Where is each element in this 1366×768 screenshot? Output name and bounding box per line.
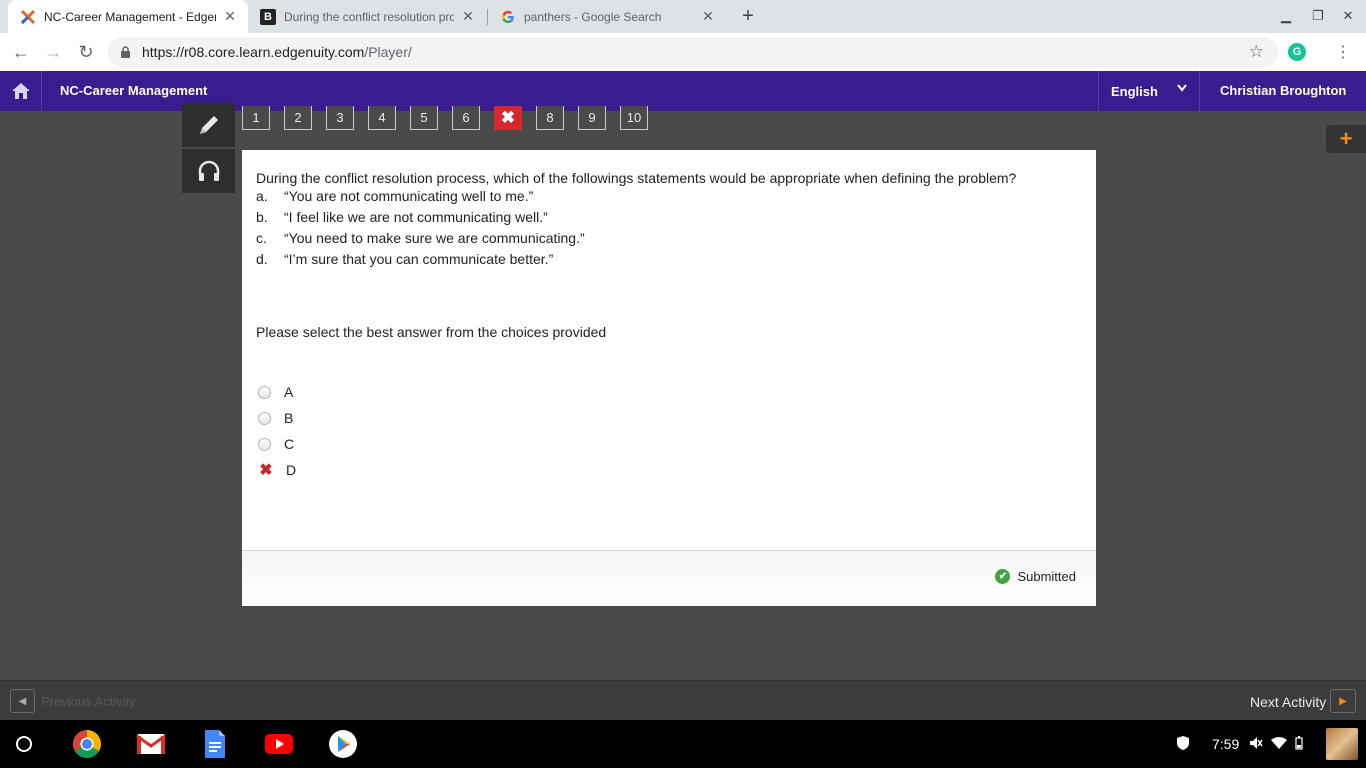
battery-icon (1295, 735, 1303, 753)
check-circle-icon: ✔ (995, 569, 1011, 584)
language-selector[interactable]: English (1098, 71, 1200, 111)
course-title: NC-Career Management (60, 83, 208, 98)
tab-brainly[interactable]: B During the conflict resolution process… (248, 0, 486, 33)
headphones-icon (198, 160, 219, 181)
question-button-2[interactable]: 2 (284, 106, 312, 130)
shield-icon (1176, 735, 1190, 754)
statement-item: d. “I’m sure that you can communicate bet… (256, 251, 554, 267)
audio-tool-button[interactable] (182, 149, 235, 193)
restore-icon[interactable]: ❐ (1308, 6, 1328, 26)
reload-icon[interactable]: ↻ (75, 41, 97, 63)
statement-item: b. “I feel like we are not communicating … (256, 209, 548, 225)
radio-button[interactable] (258, 385, 271, 399)
choice-d[interactable]: ✖ D (258, 457, 296, 483)
answer-statements: a. “You are not communicating well to me.… (256, 186, 585, 270)
pencil-icon (199, 116, 218, 134)
home-icon (11, 83, 30, 99)
question-card: During the conflict resolution process, … (242, 150, 1096, 606)
tab-title: panthers - Google Search (524, 9, 662, 24)
url-host: https://r08.core.learn.edgenuity.com (142, 44, 365, 60)
answer-prompt: Please select the best answer from the c… (256, 324, 607, 340)
question-button-6[interactable]: 6 (452, 106, 480, 130)
back-icon[interactable]: ← (10, 41, 32, 63)
wifi-icon (1271, 736, 1288, 752)
tab-title: During the conflict resolution process (284, 9, 454, 24)
docs-app-icon[interactable] (200, 729, 230, 759)
chrome-app-icon[interactable] (72, 729, 102, 759)
status-label: Submitted (1017, 569, 1076, 584)
launcher-icon[interactable] (16, 736, 32, 752)
tab-google-search[interactable]: panthers - Google Search ✕ (488, 0, 726, 33)
user-name[interactable]: Christian Broughton (1220, 83, 1346, 98)
clock: 7:59 (1212, 736, 1240, 752)
chevron-down-icon (1177, 83, 1187, 95)
card-footer: ✔ Submitted (242, 550, 1096, 606)
pencil-tool-button[interactable] (182, 103, 235, 147)
lock-icon (120, 46, 132, 58)
question-button-3[interactable]: 3 (326, 106, 354, 130)
question-button-4[interactable]: 4 (368, 106, 396, 130)
gmail-app-icon[interactable] (136, 729, 166, 759)
choice-a[interactable]: A (258, 379, 296, 405)
submitted-status: ✔ Submitted (995, 569, 1076, 584)
next-activity-label[interactable]: Next Activity (1250, 694, 1326, 710)
question-button-1[interactable]: 1 (242, 106, 270, 130)
language-label: English (1111, 83, 1158, 99)
tab-title: NC-Career Management - Edgenuity (44, 9, 216, 24)
forward-icon[interactable]: → (42, 41, 64, 63)
youtube-app-icon[interactable] (264, 729, 294, 759)
statement-item: a. “You are not communicating well to me.… (256, 188, 534, 204)
mute-icon (1249, 736, 1263, 753)
question-button-5[interactable]: 5 (410, 106, 438, 130)
previous-activity-label[interactable]: Previous Activity (41, 694, 136, 709)
expand-plus-button[interactable]: + (1326, 125, 1366, 153)
home-button[interactable] (0, 71, 42, 111)
question-button-9[interactable]: 9 (578, 106, 606, 130)
browser-toolbar: ← → ↻ https://r08.core.learn.edgenuity.c… (0, 33, 1366, 71)
bookmark-star-icon[interactable]: ☆ (1249, 42, 1264, 62)
close-tab-icon[interactable]: ✕ (700, 8, 716, 25)
system-tray[interactable]: 7:59 (1176, 732, 1303, 756)
question-button-10[interactable]: 10 (620, 106, 648, 130)
answer-choices: A B C ✖ D (258, 379, 296, 483)
close-tab-icon[interactable]: ✕ (460, 8, 476, 25)
url-path: /Player/ (364, 44, 412, 60)
grammarly-extension-icon[interactable]: G (1288, 43, 1306, 61)
browser-menu-icon[interactable]: ⋮ (1335, 41, 1351, 63)
choice-c[interactable]: C (258, 431, 296, 457)
browser-tab-strip: NC-Career Management - Edgenuity ✕ B Dur… (0, 0, 1366, 33)
new-tab-button[interactable]: + (737, 5, 759, 27)
close-window-icon[interactable]: ✕ (1338, 6, 1358, 26)
minimize-icon[interactable]: ▁ (1276, 6, 1296, 26)
user-avatar[interactable] (1326, 728, 1358, 760)
activity-navigation-bar: ◀ Previous Activity Next Activity ▶ (0, 680, 1366, 720)
edgenuity-favicon-icon (20, 9, 36, 25)
google-favicon-icon (500, 9, 516, 25)
radio-button[interactable] (258, 437, 271, 451)
close-tab-icon[interactable]: ✕ (222, 8, 238, 25)
brainly-favicon-icon: B (260, 8, 276, 25)
previous-activity-button[interactable]: ◀ (10, 689, 35, 713)
os-shelf: 7:59 (0, 720, 1366, 768)
incorrect-x-icon: ✖ (259, 462, 273, 479)
radio-button[interactable] (258, 411, 271, 425)
statement-item: c. “You need to make sure we are communic… (256, 230, 585, 246)
question-button-7-incorrect[interactable]: ✖ (494, 106, 522, 130)
address-bar[interactable]: https://r08.core.learn.edgenuity.com/Pla… (108, 37, 1278, 67)
question-button-8[interactable]: 8 (536, 106, 564, 130)
choice-b[interactable]: B (258, 405, 296, 431)
play-store-app-icon[interactable] (328, 729, 358, 759)
next-activity-button[interactable]: ▶ (1330, 689, 1356, 713)
tab-edgenuity[interactable]: NC-Career Management - Edgenuity ✕ (8, 0, 248, 33)
